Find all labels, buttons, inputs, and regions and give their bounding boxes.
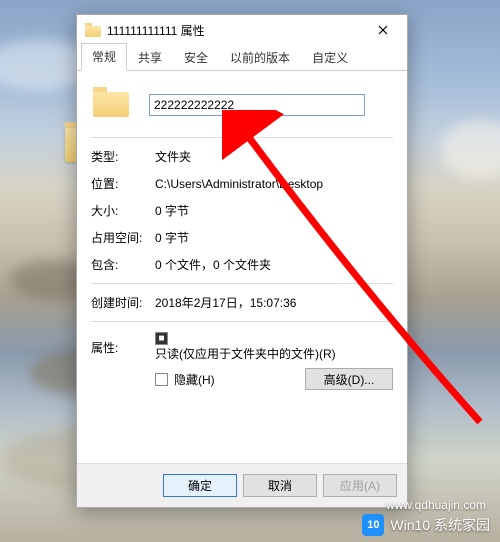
advanced-button[interactable]: 高级(D)... (305, 368, 393, 390)
ondisk-value: 0 字节 (155, 229, 393, 246)
close-icon (378, 25, 388, 35)
tab-previous[interactable]: 以前的版本 (219, 44, 301, 71)
created-label: 创建时间: (91, 294, 155, 311)
folder-name-input[interactable] (149, 94, 365, 116)
contains-label: 包含: (91, 256, 155, 273)
button-bar: 确定 取消 应用(A) (77, 463, 407, 507)
folder-icon (85, 23, 101, 37)
cancel-button[interactable]: 取消 (243, 474, 317, 497)
contains-value: 0 个文件，0 个文件夹 (155, 256, 393, 273)
ondisk-label: 占用空间: (91, 229, 155, 246)
readonly-checkbox[interactable]: ■ (155, 332, 168, 345)
titlebar[interactable]: 111111111111 属性 (77, 15, 407, 45)
tab-security[interactable]: 安全 (173, 44, 219, 71)
type-value: 文件夹 (155, 148, 393, 165)
tab-sharing[interactable]: 共享 (127, 44, 173, 71)
tab-general[interactable]: 常规 (81, 43, 127, 71)
divider (91, 321, 393, 322)
tab-custom[interactable]: 自定义 (301, 44, 359, 71)
folder-icon (93, 87, 129, 117)
divider (91, 137, 393, 138)
created-value: 2018年2月17日，15:07:36 (155, 294, 393, 311)
location-value: C:\Users\Administrator\Desktop (155, 177, 393, 191)
watermark-badge: 10 (362, 514, 384, 536)
tab-strip: 常规 共享 安全 以前的版本 自定义 (77, 45, 407, 71)
window-title: 111111111111 属性 (107, 22, 363, 39)
apply-button[interactable]: 应用(A) (323, 474, 397, 497)
watermark-text: Win10 系统家园 (390, 515, 490, 535)
hidden-label: 隐藏(H) (174, 371, 215, 388)
tab-body-general: 类型:文件夹 位置:C:\Users\Administrator\Desktop… (77, 71, 407, 463)
type-label: 类型: (91, 148, 155, 165)
hidden-checkbox[interactable] (155, 373, 168, 386)
size-label: 大小: (91, 202, 155, 219)
divider (91, 283, 393, 284)
location-label: 位置: (91, 175, 155, 192)
attributes-label: 属性: (91, 339, 155, 356)
watermark: 10 Win10 系统家园 (362, 514, 490, 536)
close-button[interactable] (363, 16, 403, 44)
readonly-label: 只读(仅应用于文件夹中的文件)(R) (155, 347, 336, 361)
watermark-url: www.qdhuajin.com (386, 498, 486, 512)
ok-button[interactable]: 确定 (163, 474, 237, 497)
size-value: 0 字节 (155, 202, 393, 219)
properties-dialog: 111111111111 属性 常规 共享 安全 以前的版本 自定义 类型:文件… (76, 14, 408, 508)
